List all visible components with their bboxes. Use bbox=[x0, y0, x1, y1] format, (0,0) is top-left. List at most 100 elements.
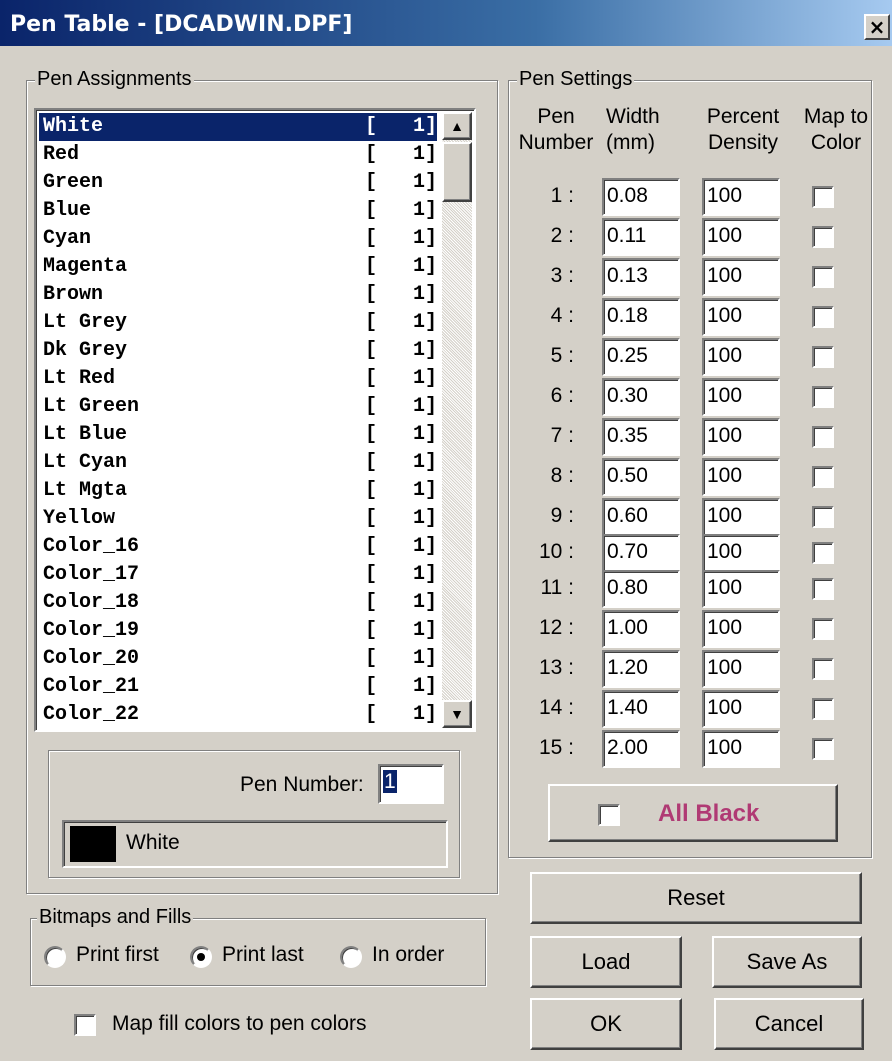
pen-density-input[interactable]: 100 bbox=[702, 650, 780, 688]
pen-width-input[interactable]: 0.60 bbox=[602, 498, 680, 536]
list-item[interactable]: Lt Mgta [ 1] bbox=[39, 477, 437, 505]
map-to-color-checkbox[interactable] bbox=[812, 506, 834, 528]
list-item[interactable]: Blue [ 1] bbox=[39, 197, 437, 225]
save-as-button[interactable]: Save As bbox=[712, 936, 862, 988]
list-item-name: Green bbox=[43, 171, 104, 194]
scroll-up-icon[interactable]: ▲ bbox=[442, 112, 472, 140]
map-to-color-checkbox[interactable] bbox=[812, 226, 834, 248]
pen-width-input[interactable]: 0.25 bbox=[602, 338, 680, 376]
radio-print-first[interactable] bbox=[44, 946, 66, 968]
list-item[interactable]: Lt Blue [ 1] bbox=[39, 421, 437, 449]
pen-density-input[interactable]: 100 bbox=[702, 258, 780, 296]
list-item-name: Color_18 bbox=[43, 591, 140, 614]
pen-width-input[interactable]: 0.08 bbox=[602, 178, 680, 216]
pen-width-input[interactable]: 0.13 bbox=[602, 258, 680, 296]
pen-density-input[interactable]: 100 bbox=[702, 570, 780, 608]
list-item-name: Color_22 bbox=[43, 703, 140, 726]
list-item-name: Blue bbox=[43, 199, 92, 222]
list-item[interactable]: Color_18 [ 1] bbox=[39, 589, 437, 617]
pen-density-input[interactable]: 100 bbox=[702, 378, 780, 416]
pen-density-input[interactable]: 100 bbox=[702, 730, 780, 768]
all-black-button[interactable]: All Black bbox=[548, 784, 838, 842]
map-to-color-checkbox[interactable] bbox=[812, 618, 834, 640]
close-icon[interactable]: × bbox=[864, 14, 890, 40]
map-to-color-checkbox[interactable] bbox=[812, 266, 834, 288]
list-item[interactable]: Red [ 1] bbox=[39, 141, 437, 169]
cancel-button[interactable]: Cancel bbox=[714, 998, 864, 1050]
all-black-checkbox[interactable] bbox=[598, 804, 620, 826]
pen-row-label: 10 : bbox=[538, 540, 574, 563]
list-item[interactable]: White [ 1] bbox=[39, 113, 437, 141]
pen-width-input[interactable]: 1.20 bbox=[602, 650, 680, 688]
pen-density-input[interactable]: 100 bbox=[702, 690, 780, 728]
list-item[interactable]: Lt Cyan [ 1] bbox=[39, 449, 437, 477]
list-item[interactable]: Color_21 [ 1] bbox=[39, 673, 437, 701]
pen-width-input[interactable]: 0.80 bbox=[602, 570, 680, 608]
pen-width-input[interactable]: 0.18 bbox=[602, 298, 680, 336]
list-item[interactable]: Lt Red [ 1] bbox=[39, 365, 437, 393]
list-item[interactable]: Lt Green [ 1] bbox=[39, 393, 437, 421]
pen-width-input[interactable]: 0.11 bbox=[602, 218, 680, 256]
pen-width-input[interactable]: 2.00 bbox=[602, 730, 680, 768]
map-to-color-checkbox[interactable] bbox=[812, 658, 834, 680]
map-to-color-checkbox[interactable] bbox=[812, 578, 834, 600]
map-to-color-checkbox[interactable] bbox=[812, 698, 834, 720]
radio-label[interactable]: Print last bbox=[222, 943, 304, 967]
map-to-color-checkbox[interactable] bbox=[812, 738, 834, 760]
scroll-thumb[interactable] bbox=[442, 142, 472, 202]
list-item-value: [ 1] bbox=[364, 283, 437, 306]
map-to-color-checkbox[interactable] bbox=[812, 426, 834, 448]
list-item[interactable]: Color_22 [ 1] bbox=[39, 701, 437, 729]
list-item[interactable]: Cyan [ 1] bbox=[39, 225, 437, 253]
list-item[interactable]: Color_19 [ 1] bbox=[39, 617, 437, 645]
pen-width-input[interactable]: 0.70 bbox=[602, 534, 680, 572]
list-item-value: [ 1] bbox=[364, 199, 437, 222]
reset-button[interactable]: Reset bbox=[530, 872, 862, 924]
load-button[interactable]: Load bbox=[530, 936, 682, 988]
pen-width-input[interactable]: 1.00 bbox=[602, 610, 680, 648]
list-item[interactable]: Yellow [ 1] bbox=[39, 505, 437, 533]
radio-label[interactable]: In order bbox=[372, 943, 444, 967]
pen-density-input[interactable]: 100 bbox=[702, 218, 780, 256]
map-to-color-checkbox[interactable] bbox=[812, 306, 834, 328]
list-item[interactable]: Color_16 [ 1] bbox=[39, 533, 437, 561]
radio-label[interactable]: Print first bbox=[76, 943, 159, 967]
listbox-scrollbar[interactable]: ▲ ▼ bbox=[442, 112, 472, 728]
map-fill-checkbox[interactable] bbox=[74, 1014, 96, 1036]
list-item[interactable]: Color_20 [ 1] bbox=[39, 645, 437, 673]
list-item-value: [ 1] bbox=[364, 367, 437, 390]
pen-density-input[interactable]: 100 bbox=[702, 498, 780, 536]
list-item[interactable]: Magenta [ 1] bbox=[39, 253, 437, 281]
map-fill-label[interactable]: Map fill colors to pen colors bbox=[112, 1012, 366, 1036]
list-item[interactable]: Color_17 [ 1] bbox=[39, 561, 437, 589]
pen-assignments-listbox[interactable]: White [ 1] Red [ 1] Green [ 1] Blue [ 1] Cyan [ 1… bbox=[34, 108, 476, 732]
pen-number-input[interactable]: 1 bbox=[378, 764, 444, 804]
map-to-color-checkbox[interactable] bbox=[812, 386, 834, 408]
pen-width-input[interactable]: 1.40 bbox=[602, 690, 680, 728]
pen-density-input[interactable]: 100 bbox=[702, 298, 780, 336]
scroll-down-icon[interactable]: ▼ bbox=[442, 700, 472, 728]
list-item[interactable]: Green [ 1] bbox=[39, 169, 437, 197]
pen-density-input[interactable]: 100 bbox=[702, 458, 780, 496]
title-bar[interactable]: Pen Table - [DCADWIN.DPF] × bbox=[0, 0, 892, 48]
map-to-color-checkbox[interactable] bbox=[812, 346, 834, 368]
pen-width-input[interactable]: 0.50 bbox=[602, 458, 680, 496]
ok-button[interactable]: OK bbox=[530, 998, 682, 1050]
list-item[interactable]: Brown [ 1] bbox=[39, 281, 437, 309]
pen-density-input[interactable]: 100 bbox=[702, 338, 780, 376]
pen-density-input[interactable]: 100 bbox=[702, 178, 780, 216]
map-to-color-checkbox[interactable] bbox=[812, 186, 834, 208]
radio-print-last[interactable] bbox=[190, 946, 212, 968]
list-item[interactable]: Dk Grey [ 1] bbox=[39, 337, 437, 365]
pen-density-input[interactable]: 100 bbox=[702, 418, 780, 456]
pen-width-input[interactable]: 0.35 bbox=[602, 418, 680, 456]
pen-width-input[interactable]: 0.30 bbox=[602, 378, 680, 416]
pen-density-input[interactable]: 100 bbox=[702, 610, 780, 648]
pen-density-input[interactable]: 100 bbox=[702, 534, 780, 572]
radio-in-order[interactable] bbox=[340, 946, 362, 968]
map-to-color-checkbox[interactable] bbox=[812, 542, 834, 564]
list-item[interactable]: Lt Grey [ 1] bbox=[39, 309, 437, 337]
pen-row-label: 13 : bbox=[538, 656, 574, 679]
map-to-color-checkbox[interactable] bbox=[812, 466, 834, 488]
list-item-name: Color_16 bbox=[43, 535, 140, 558]
